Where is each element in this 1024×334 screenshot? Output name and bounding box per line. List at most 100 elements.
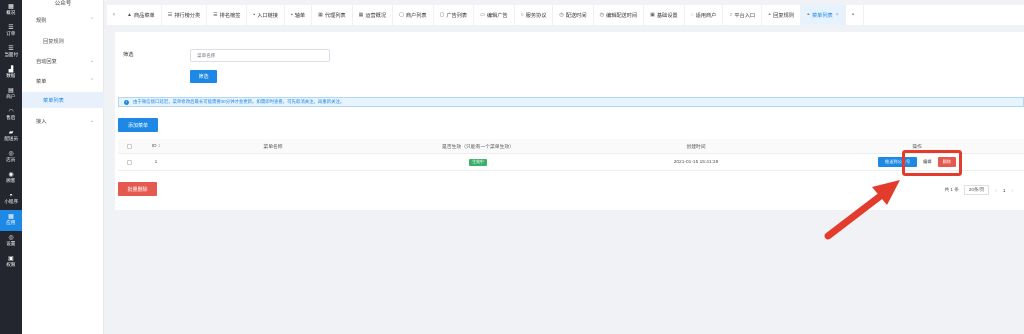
tab-17[interactable]: ◓ 菜单列表 × <box>800 5 846 25</box>
sidebar-group-auto-reply[interactable]: 自动回复 ⌄ <box>22 53 104 69</box>
tab-11[interactable]: ◷ 配送时间 <box>553 5 594 25</box>
info-icon: i <box>124 99 129 105</box>
shop-icon: ▲ <box>127 12 132 18</box>
tab-label: 编辑广告 <box>486 12 508 19</box>
truck-icon: ▰ <box>8 130 14 136</box>
rail-item-label: 数据 <box>6 74 16 79</box>
chevron-down-icon: ⌄ <box>89 58 94 64</box>
rail-item-11[interactable]: ◎ 设置 <box>0 231 22 252</box>
row-id: 1 <box>154 159 158 165</box>
rail-item-label: 小程序 <box>4 200 18 205</box>
next-page-icon[interactable]: › <box>1011 188 1013 193</box>
rail-item-label: 售后 <box>6 116 16 121</box>
rail-item-0[interactable]: ▦ 概况 <box>0 0 22 21</box>
list-icon: ☰ <box>213 12 218 18</box>
clock-icon: ◷ <box>599 12 604 18</box>
tab-3[interactable]: ▪ 入口链接 <box>247 5 285 25</box>
rail-item-6[interactable]: ▰ 配送员 <box>0 126 22 147</box>
settings-icon: ◎ <box>8 235 14 241</box>
tab-7[interactable]: ▢ 商户列表 <box>393 5 434 25</box>
rail-item-10[interactable]: ▦ 应用 <box>0 210 22 231</box>
rail-item-8[interactable]: ◉ 顾客 <box>0 168 22 189</box>
sidebar-item-menu-list[interactable]: 菜单列表 <box>22 92 104 108</box>
column-header-ops: 操作 <box>912 144 922 150</box>
rail-item-3[interactable]: ▟ 数据 <box>0 63 22 84</box>
sidebar-group-label: 规则 <box>36 17 47 24</box>
tab-16[interactable]: ◓ 回复规则 <box>762 5 801 25</box>
tab-label: 菜单列表 <box>811 12 833 19</box>
tab-8[interactable]: ▢ 广告列表 <box>434 5 475 25</box>
sidebar-item-label: 回复规则 <box>43 38 64 45</box>
tab-list: ▲ 商品菜单 ☰ 排行榜分类 ☰ 排名榜签 ▪ 入口链接 ▪ 轴单 ▦ 代理列表 ▦ 运营概况 ▢ 商户列表 ▢… <box>121 5 864 25</box>
tab-0[interactable]: ▲ 商品菜单 <box>121 5 162 25</box>
chevron-down-icon: ⌄ <box>89 118 94 124</box>
tab-2[interactable]: ☰ 排名榜签 <box>207 5 248 25</box>
tab-label: 排行榜分类 <box>174 12 201 19</box>
menu-table: ID ↕ 菜单名称 是否生效（只能有一个菜单生效） 创建时间 操作 1 生效中 … <box>118 139 1024 171</box>
user-circle-icon: ◉ <box>8 172 14 178</box>
sidebar-group-menu[interactable]: 菜单 ⌃ <box>22 73 104 89</box>
tab-label: 排名榜签 <box>219 12 241 19</box>
prev-page-icon[interactable]: ‹ <box>995 188 997 193</box>
page-size-select[interactable]: 20条/页 <box>963 185 990 195</box>
select-all-checkbox[interactable] <box>126 143 132 149</box>
sidebar-group-rules[interactable]: 规则 ⌃ <box>22 12 104 28</box>
filter-button[interactable]: 筛选 <box>190 70 217 83</box>
refresh-icon: ◌ <box>690 12 694 18</box>
apps-icon: ▦ <box>8 214 14 220</box>
tab-label: 商品菜单 <box>133 12 155 19</box>
column-header-name: 菜单名称 <box>263 144 283 150</box>
rail-item-label: 应用 <box>6 221 16 226</box>
chart-icon: ▟ <box>8 67 14 73</box>
tab-13[interactable]: ▣ 基础设置 <box>644 5 685 25</box>
tab-15[interactable]: ○ 平台入口 <box>723 5 763 25</box>
list-icon: ☰ <box>8 25 14 31</box>
sidebar-group-access[interactable]: 接入 ⌄ <box>22 113 104 129</box>
rail-item-12[interactable]: ▣ 权限 <box>0 252 22 273</box>
bulk-delete-button[interactable]: 批量删除 <box>118 182 157 196</box>
rail-item-7[interactable]: ◎ 店员 <box>0 147 22 168</box>
rail-item-label: 配送员 <box>4 137 18 142</box>
tab-5[interactable]: ▦ 代理列表 <box>312 5 353 25</box>
rail-item-label: 订单 <box>6 32 16 37</box>
filter-label: 筛选 <box>123 52 134 58</box>
column-header-effective: 是否生效（只能有一个菜单生效） <box>442 144 514 150</box>
wechat-icon: ◓ <box>851 12 855 18</box>
status-badge: 生效中 <box>469 158 487 166</box>
column-header-id[interactable]: ID ↕ <box>140 144 172 149</box>
tab-12[interactable]: ◷ 编辑配送时间 <box>594 5 645 25</box>
info-notice: i 由于微信接口延迟，菜单修改后最长可能需要30分钟才会更新。如需即时查看，可先… <box>118 97 1024 107</box>
sidebar-group-label: 自动回复 <box>36 58 57 65</box>
table-row: 1 生效中 2021-01-15 15:41:28 推送到公众号 编辑 删除 <box>118 154 1024 171</box>
tab-14[interactable]: ◌ 适用商户 <box>685 5 724 25</box>
column-header-created: 创建时间 <box>686 144 706 150</box>
tab-scroll-left-icon[interactable]: ‹ <box>107 12 121 18</box>
check-icon: ▣ <box>650 12 655 18</box>
tab-10[interactable]: ○ 服务协议 <box>515 5 554 25</box>
tab-6[interactable]: ▦ 运营概况 <box>353 5 394 25</box>
page-number[interactable]: 1 <box>1003 188 1006 193</box>
rail-item-5[interactable]: ◠ 售后 <box>0 105 22 126</box>
search-icon: ○ <box>520 12 524 18</box>
add-menu-button[interactable]: 添加菜单 <box>118 118 158 132</box>
rail-item-label: 店员 <box>6 158 16 163</box>
box-icon: ▪ <box>290 12 293 18</box>
menu-name-input[interactable] <box>190 49 330 62</box>
sidebar-item-reply-rules[interactable]: 回复规则 <box>22 33 104 49</box>
rail-item-9[interactable]: ◓ 小程序 <box>0 189 22 210</box>
row-checkbox[interactable] <box>126 159 132 165</box>
grid-icon: ▦ <box>358 12 364 18</box>
rail-item-2[interactable]: ☰ 当面付 <box>0 42 22 63</box>
rail-item-1[interactable]: ☰ 订单 <box>0 21 22 42</box>
tab-1[interactable]: ☰ 排行榜分类 <box>162 5 208 25</box>
tab-label: 回复规则 <box>773 12 794 19</box>
tab-4[interactable]: ▪ 轴单 <box>285 5 313 25</box>
tab-18[interactable]: ◓ <box>846 5 864 25</box>
tab-9[interactable]: ▭ 编辑广告 <box>474 5 515 25</box>
grid-icon: ▦ <box>8 4 14 10</box>
close-icon[interactable]: × <box>836 12 839 18</box>
tab-label: 平台入口 <box>734 12 756 19</box>
rail-item-4[interactable]: ▤ 商户 <box>0 84 22 105</box>
rail-item-label: 当面付 <box>4 53 18 58</box>
image-icon: ▭ <box>480 12 485 18</box>
